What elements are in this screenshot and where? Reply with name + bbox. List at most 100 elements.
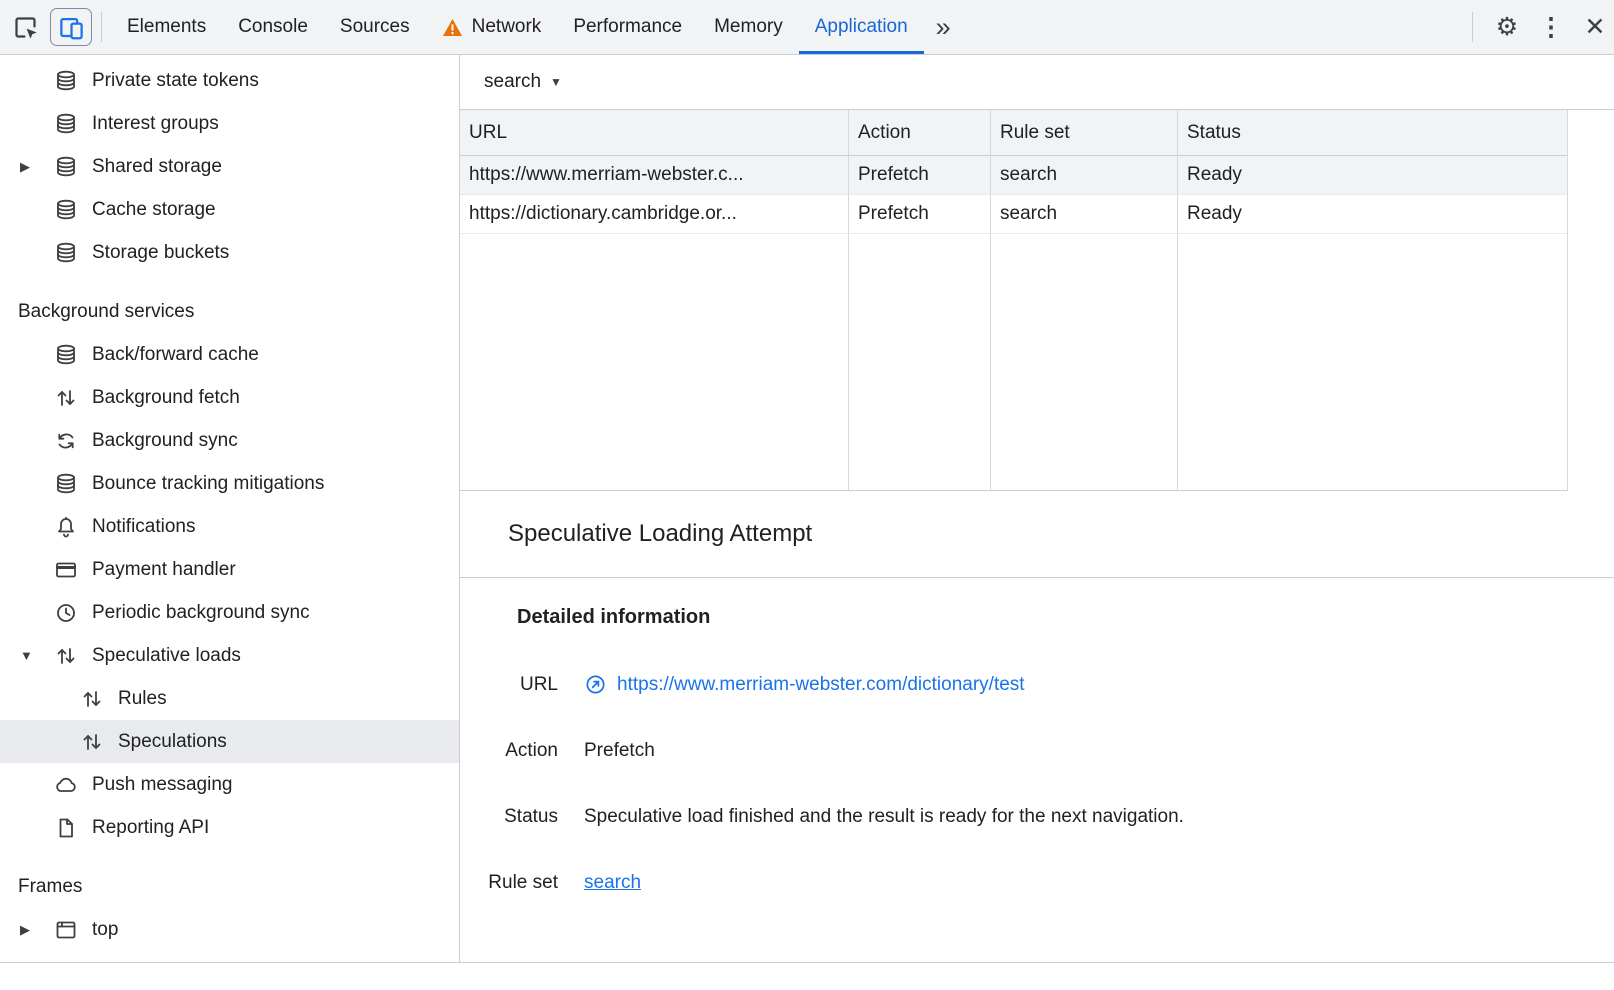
- sidebar-item-label: Notifications: [92, 516, 196, 538]
- column-header-status[interactable]: Status: [1178, 110, 1567, 156]
- database-icon: [54, 241, 78, 265]
- table-filler: [991, 234, 1178, 490]
- toolbar-separator: [101, 12, 102, 42]
- table-filler: [1178, 234, 1567, 490]
- tab-label: Network: [472, 16, 542, 38]
- tab-label: Memory: [714, 16, 783, 38]
- detail-row-status: Status Speculative load finished and the…: [460, 806, 1614, 828]
- sidebar-item-storage-buckets[interactable]: Storage buckets: [0, 231, 459, 274]
- details-section-title: Detailed information: [517, 606, 1614, 629]
- table-cell-url[interactable]: https://dictionary.cambridge.or...: [460, 195, 849, 234]
- column-header-rule-set[interactable]: Rule set: [991, 110, 1178, 156]
- tab-label: Sources: [340, 16, 410, 38]
- table-cell-status[interactable]: Ready: [1178, 156, 1567, 195]
- sidebar-item-notifications[interactable]: Notifications: [0, 505, 459, 548]
- tab-elements[interactable]: Elements: [111, 0, 222, 54]
- detail-row-rule-set: Rule set search: [460, 872, 1614, 894]
- tab-application[interactable]: Application: [799, 0, 924, 54]
- sidebar-item-interest-groups[interactable]: Interest groups: [0, 102, 459, 145]
- payment-card-icon: [54, 558, 78, 582]
- close-icon[interactable]: ✕: [1576, 8, 1614, 46]
- detail-label-status: Status: [460, 806, 558, 828]
- table-cell-action[interactable]: Prefetch: [849, 195, 991, 234]
- detail-label-action: Action: [460, 740, 558, 762]
- sidebar-item-label: Rules: [118, 688, 167, 710]
- sidebar-item-label: Speculations: [118, 731, 227, 753]
- detail-label-rule-set: Rule set: [460, 872, 558, 894]
- sidebar-item-private-state-tokens[interactable]: Private state tokens: [0, 59, 459, 102]
- toolbar-separator: [1472, 12, 1473, 42]
- tab-sources[interactable]: Sources: [324, 0, 426, 54]
- bell-icon: [54, 515, 78, 539]
- sidebar-item-label: Bounce tracking mitigations: [92, 473, 324, 495]
- inspect-button[interactable]: [6, 8, 44, 46]
- detail-row-url: URL https://www.merriam-webster.com/dict…: [460, 673, 1614, 696]
- table-cell-action[interactable]: Prefetch: [849, 156, 991, 195]
- table-filler: [460, 234, 849, 490]
- chevron-down-icon[interactable]: ▼: [20, 648, 54, 663]
- sidebar-item-cache-storage[interactable]: Cache storage: [0, 188, 459, 231]
- sidebar-item-label: Payment handler: [92, 559, 236, 581]
- devtools-toolbar: Elements Console Sources Network Perform…: [0, 0, 1614, 55]
- detail-url-link[interactable]: https://www.merriam-webster.com/dictiona…: [617, 674, 1025, 696]
- toolbar-spacer: [963, 0, 1463, 54]
- chevron-right-icon[interactable]: ▶: [20, 922, 54, 938]
- sidebar-item-label: Interest groups: [92, 113, 219, 135]
- sidebar-item-label: Reporting API: [92, 817, 209, 839]
- database-icon: [54, 69, 78, 93]
- tab-network[interactable]: Network: [426, 0, 558, 54]
- sidebar-item-label: Background sync: [92, 430, 238, 452]
- sidebar-item-top-frame[interactable]: ▶ top: [0, 908, 459, 951]
- database-icon: [54, 198, 78, 222]
- database-icon: [54, 112, 78, 136]
- speculations-table: URL Action Rule set Status https://www.m…: [460, 110, 1568, 491]
- column-header-url[interactable]: URL: [460, 110, 849, 156]
- details-title-text: Speculative Loading Attempt: [508, 520, 812, 548]
- speculations-view: search ▼ URL Action Rule set Status http…: [460, 55, 1614, 962]
- tab-console[interactable]: Console: [222, 0, 324, 54]
- kebab-menu-icon[interactable]: ⋮: [1532, 8, 1570, 46]
- section-header-frames: Frames: [0, 865, 459, 908]
- table-cell-rule-set[interactable]: search: [991, 156, 1178, 195]
- tab-label: Console: [238, 16, 308, 38]
- sidebar-item-label: Back/forward cache: [92, 344, 259, 366]
- application-panel: Private state tokens Interest groups ▶ S…: [0, 55, 1614, 962]
- open-url-icon[interactable]: [584, 673, 607, 696]
- up-down-arrows-icon: [80, 687, 104, 711]
- application-sidebar: Private state tokens Interest groups ▶ S…: [0, 55, 460, 962]
- detail-row-action: Action Prefetch: [460, 740, 1614, 762]
- sidebar-item-speculations[interactable]: Speculations: [0, 720, 459, 763]
- more-tabs-icon[interactable]: »: [924, 0, 963, 54]
- frame-icon: [54, 918, 78, 942]
- sidebar-item-payment-handler[interactable]: Payment handler: [0, 548, 459, 591]
- sidebar-item-background-sync[interactable]: Background sync: [0, 419, 459, 462]
- column-header-action[interactable]: Action: [849, 110, 991, 156]
- section-header-background-services: Background services: [0, 290, 459, 333]
- sidebar-item-reporting-api[interactable]: Reporting API: [0, 806, 459, 849]
- sidebar-item-push-messaging[interactable]: Push messaging: [0, 763, 459, 806]
- sidebar-item-periodic-background-sync[interactable]: Periodic background sync: [0, 591, 459, 634]
- sidebar-item-bounce-tracking-mitigations[interactable]: Bounce tracking mitigations: [0, 462, 459, 505]
- detail-action-value: Prefetch: [584, 740, 655, 762]
- sidebar-item-back-forward-cache[interactable]: Back/forward cache: [0, 333, 459, 376]
- settings-gear-icon[interactable]: ⚙: [1488, 8, 1526, 46]
- sidebar-item-rules[interactable]: Rules: [0, 677, 459, 720]
- sidebar-item-label: Shared storage: [92, 156, 222, 178]
- tab-performance[interactable]: Performance: [557, 0, 698, 54]
- cloud-icon: [54, 773, 78, 797]
- sidebar-item-label: Periodic background sync: [92, 602, 310, 624]
- device-toolbar-button[interactable]: [50, 8, 92, 46]
- sidebar-item-background-fetch[interactable]: Background fetch: [0, 376, 459, 419]
- table-cell-status[interactable]: Ready: [1178, 195, 1567, 234]
- device-toolbar-icon: [58, 14, 85, 41]
- table-cell-rule-set[interactable]: search: [991, 195, 1178, 234]
- chevron-right-icon[interactable]: ▶: [20, 159, 54, 175]
- detail-rule-set-link[interactable]: search: [584, 872, 641, 894]
- ruleset-filter-dropdown[interactable]: search ▼: [460, 55, 1614, 110]
- tab-memory[interactable]: Memory: [698, 0, 799, 54]
- sidebar-item-label: Speculative loads: [92, 645, 241, 667]
- sidebar-item-shared-storage[interactable]: ▶ Shared storage: [0, 145, 459, 188]
- document-icon: [54, 816, 78, 840]
- sidebar-item-speculative-loads[interactable]: ▼ Speculative loads: [0, 634, 459, 677]
- table-cell-url[interactable]: https://www.merriam-webster.c...: [460, 156, 849, 195]
